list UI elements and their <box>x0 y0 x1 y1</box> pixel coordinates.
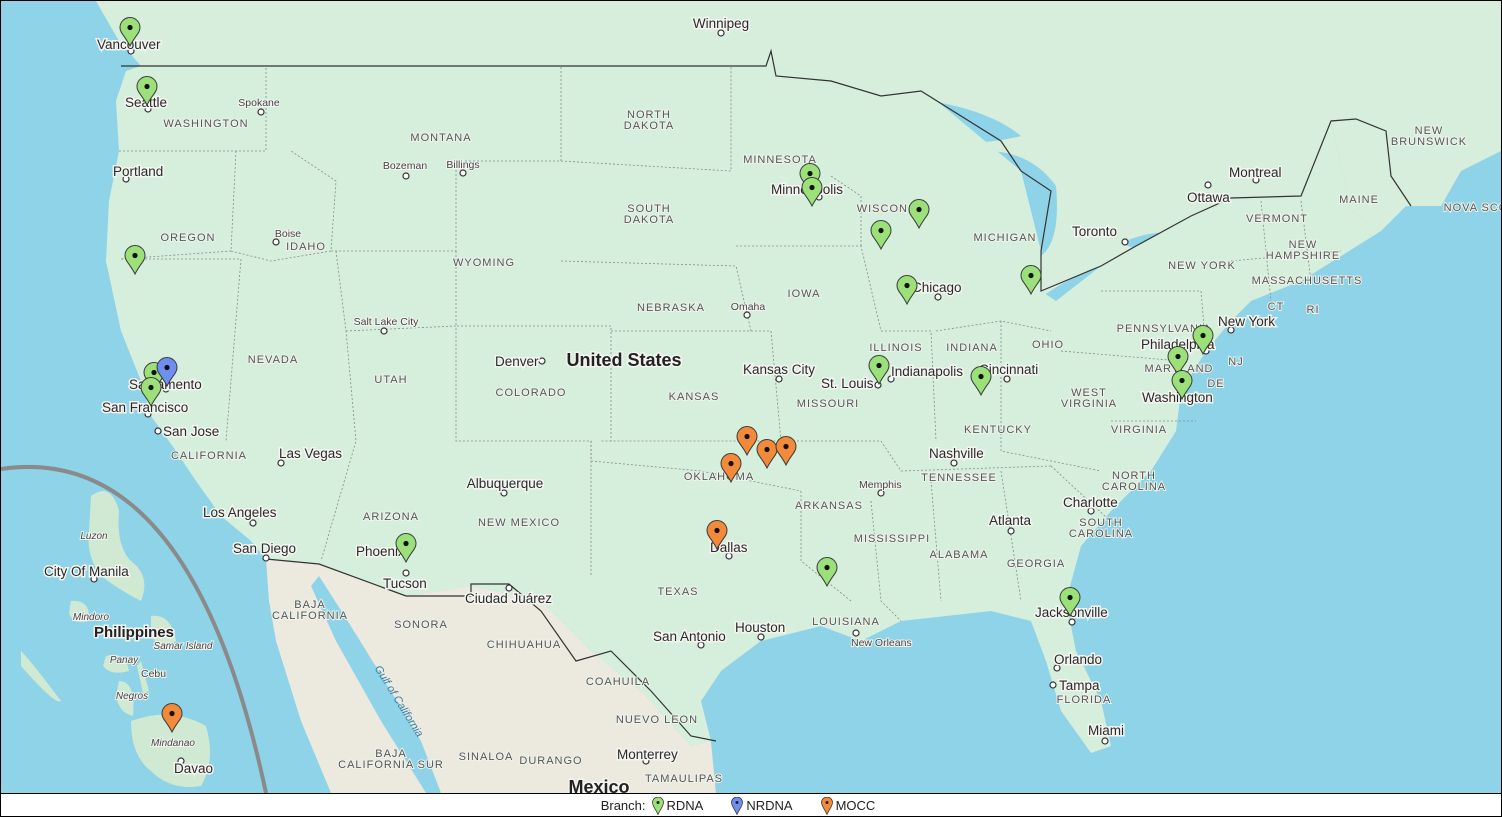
marker-pin-icon <box>161 703 183 734</box>
marker-center-dot <box>1179 377 1185 384</box>
marker-rdna-chicago-area[interactable] <box>896 275 918 306</box>
marker-pin-icon <box>1192 325 1214 356</box>
marker-center-dot <box>878 227 884 234</box>
marker-rdna-minneapolis-2[interactable] <box>801 177 823 208</box>
marker-rdna-wisconsin[interactable] <box>908 199 930 230</box>
marker-center-dot <box>714 527 720 534</box>
marker-center-dot <box>728 460 734 467</box>
marker-pin-icon <box>136 76 158 107</box>
marker-pin-icon <box>870 220 892 251</box>
marker-pin-icon <box>775 436 797 467</box>
map-frame: United StatesMexicoPhilippinesWinnipegVa… <box>0 0 1502 817</box>
marker-pin-icon <box>801 177 823 208</box>
mocc-pin-icon <box>820 796 833 815</box>
marker-pin-icon <box>970 366 992 397</box>
marker-pin-icon <box>1059 587 1081 618</box>
nrdna-pin-icon <box>731 796 744 815</box>
marker-rdna-bay-area[interactable] <box>140 377 162 408</box>
marker-rdna-southern-oregon[interactable] <box>124 245 146 276</box>
marker-rdna-jacksonville[interactable] <box>1059 587 1081 618</box>
marker-pin-icon <box>1171 370 1193 401</box>
marker-center-dot <box>1200 332 1206 339</box>
marker-center-dot <box>127 24 133 31</box>
legend-label-nrdna: NRDNA <box>746 798 793 813</box>
marker-center-dot <box>783 443 789 450</box>
legend-label-rdna: RDNA <box>666 798 704 813</box>
marker-center-dot <box>151 369 157 376</box>
legend-item-mocc: MOCC <box>819 796 876 815</box>
rdna-pin-icon <box>651 796 664 815</box>
marker-center-dot <box>1175 353 1181 360</box>
marker-pin-icon <box>896 275 918 306</box>
marker-center-dot <box>978 373 984 380</box>
marker-pin-icon <box>124 245 146 276</box>
marker-center-dot <box>904 282 910 289</box>
marker-mocc-oklahoma-1[interactable] <box>736 426 758 457</box>
marker-rdna-phoenix[interactable] <box>395 533 417 564</box>
marker-center-dot <box>148 384 154 391</box>
marker-mocc-oklahoma-4[interactable] <box>720 453 742 484</box>
marker-pin-icon <box>720 453 742 484</box>
marker-pin-icon <box>816 557 838 588</box>
marker-rdna-seattle[interactable] <box>136 76 158 107</box>
marker-rdna-jackson-ms[interactable] <box>816 557 838 588</box>
marker-pin-icon <box>1020 265 1042 296</box>
marker-rdna-washington-dc[interactable] <box>1171 370 1193 401</box>
marker-center-dot <box>744 433 750 440</box>
marker-pin-icon <box>706 520 728 551</box>
legend-item-nrdna: NRDNA <box>729 796 793 815</box>
marker-pin-icon <box>119 17 141 48</box>
marker-center-dot <box>132 252 138 259</box>
marker-pin-icon <box>140 377 162 408</box>
marker-mocc-oklahoma-2[interactable] <box>756 439 778 470</box>
marker-center-dot <box>764 446 770 453</box>
marker-rdna-southern-wisconsin[interactable] <box>870 220 892 251</box>
marker-rdna-vancouver[interactable] <box>119 17 141 48</box>
marker-center-dot <box>876 362 882 369</box>
legend: Branch: RDNA NRDNA MOCC <box>1 793 1501 816</box>
legend-title: Branch: <box>600 798 646 813</box>
marker-rdna-cincinnati-area[interactable] <box>970 366 992 397</box>
marker-pin-icon <box>395 533 417 564</box>
marker-mocc-dallas[interactable] <box>706 520 728 551</box>
legend-item-rdna: RDNA <box>650 796 704 815</box>
marker-center-dot <box>144 83 150 90</box>
marker-center-dot <box>1028 272 1034 279</box>
marker-center-dot <box>403 540 409 547</box>
marker-pin-icon <box>908 199 930 230</box>
marker-pin-icon <box>736 426 758 457</box>
marker-rdna-detroit[interactable] <box>1020 265 1042 296</box>
marker-center-dot <box>169 710 175 717</box>
marker-mocc-mindanao[interactable] <box>161 703 183 734</box>
marker-pin-icon <box>756 439 778 470</box>
marker-center-dot <box>1067 594 1073 601</box>
marker-rdna-philadelphia[interactable] <box>1192 325 1214 356</box>
marker-rdna-st-louis[interactable] <box>868 355 890 386</box>
marker-mocc-oklahoma-3[interactable] <box>775 436 797 467</box>
marker-center-dot <box>164 364 170 371</box>
marker-center-dot <box>824 564 830 571</box>
legend-label-mocc: MOCC <box>835 798 876 813</box>
map-markers <box>119 17 1214 734</box>
marker-center-dot <box>807 170 813 177</box>
marker-center-dot <box>916 206 922 213</box>
marker-center-dot <box>809 184 815 191</box>
marker-pin-icon <box>868 355 890 386</box>
